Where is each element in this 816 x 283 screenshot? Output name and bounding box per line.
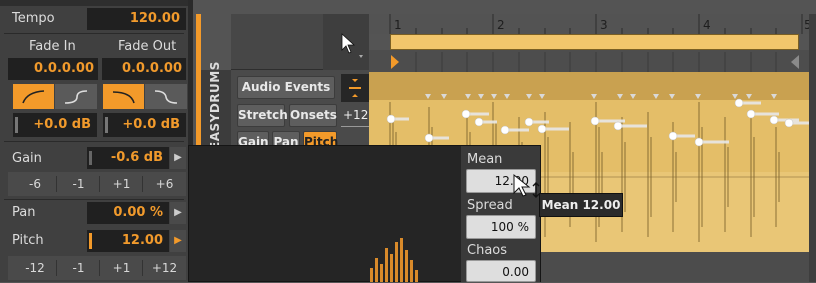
fade-out-label: Fade Out [118,39,177,54]
gain-step-minus6-button[interactable]: -6 [13,173,57,195]
fade-in-db-meter [15,117,18,133]
pan-field[interactable]: 0.00 % [87,202,169,224]
divider [4,199,184,200]
curve-s-down-icon [154,90,178,104]
gain-step-plus6-button[interactable]: +6 [143,173,186,195]
pitch-expand-arrow-icon[interactable]: ▶ [170,230,186,252]
gain-expand-arrow-icon[interactable]: ▶ [170,147,186,169]
readout-underline [341,126,369,127]
pitch-label: Pitch [12,233,44,248]
plus12-readout: +12 [343,108,369,122]
gain-step-minus1-button[interactable]: -1 [57,173,100,195]
bar-number-1: 1 [394,18,402,32]
ruler-marks [389,14,803,72]
pitch-field[interactable]: 12.00 [87,230,169,252]
bar-number-2: 2 [497,18,505,32]
divider [99,260,100,276]
divider [142,260,143,276]
pan-expand-arrow-icon[interactable]: ▶ [170,202,186,224]
chaos-label: Chaos [467,243,508,258]
curve-down-icon [112,91,135,104]
fade-in-curve-exp-button[interactable] [13,84,54,109]
zero-crossing-button[interactable] [341,74,369,102]
gain-field[interactable]: -0.6 dB [87,147,169,169]
spread-label: Spread [467,198,513,213]
divider [56,176,57,192]
fade-out-curve-exp-button[interactable] [103,84,144,109]
value-tooltip: Mean 12.00 [539,193,623,217]
snap-line-icon [349,79,361,97]
curve-up-icon [22,90,45,104]
divider [56,260,57,276]
curve-s-icon [64,90,88,104]
fade-in-db-field[interactable]: +0.0 dB [13,113,97,137]
pitch-step-plus12-button[interactable]: +12 [143,257,186,279]
pitch-step-minus12-button[interactable]: -12 [13,257,57,279]
bar-number-4: 4 [703,18,711,32]
tempo-field[interactable]: 120.00 [87,8,186,30]
pitch-step-minus1-button[interactable]: -1 [57,257,100,279]
fade-out-field[interactable]: 0.0.0.00 [102,58,186,80]
fade-out-db-meter [105,117,108,133]
fade-out-curve-s-button[interactable] [145,84,187,109]
tempo-label: Tempo [12,11,55,26]
track-name: EASYDRUMS [208,61,222,150]
pitch-step-plus1-button[interactable]: +1 [100,257,143,279]
fade-in-label: Fade In [29,39,76,54]
gain-meter [89,151,92,165]
stretch-button[interactable]: Stretch [237,104,288,127]
pan-label: Pan [12,205,36,220]
arranger-right-edge [809,14,816,282]
pitch-meter [89,233,92,249]
divider [4,141,184,142]
fade-in-field[interactable]: 0.0.0.00 [8,58,98,80]
gain-step-plus1-button[interactable]: +1 [100,173,143,195]
divider [142,176,143,192]
fade-out-db-field[interactable]: +0.0 dB [103,113,186,137]
inspector-top-strip [0,0,188,6]
audio-events-button[interactable]: Audio Events [237,76,335,99]
fade-in-curve-s-button[interactable] [55,84,97,109]
distribution-histogram [370,238,418,282]
divider [99,176,100,192]
tool-selector[interactable] [323,14,369,70]
mean-label: Mean [467,152,503,167]
bar-number-3: 3 [600,18,608,32]
pointer-tool-icon [341,33,363,58]
gain-label: Gain [12,151,42,166]
spread-field[interactable]: 100 % [466,215,536,239]
onsets-button[interactable]: Onsets [289,104,337,127]
divider [4,33,184,34]
chaos-field[interactable]: 0.00 [466,260,536,282]
